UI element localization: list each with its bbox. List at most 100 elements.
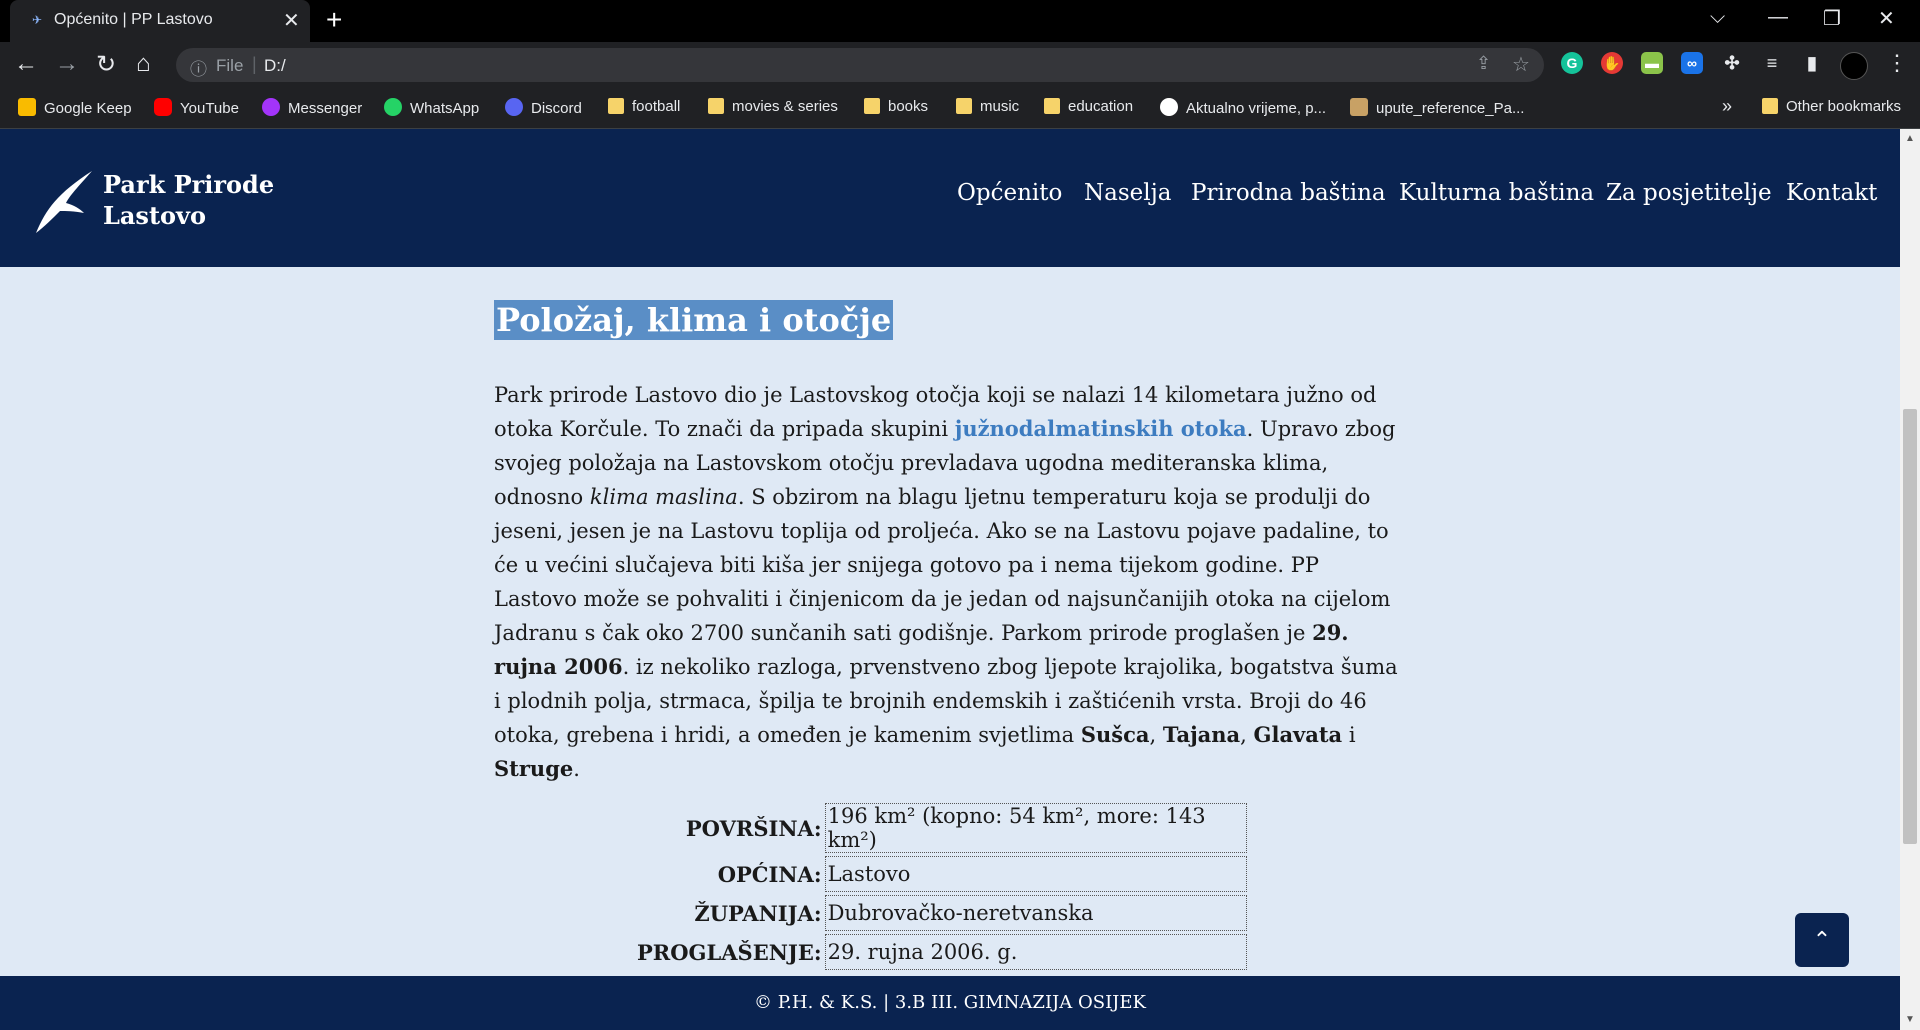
scroll-down-arrow-icon[interactable]: ▼ (1905, 1014, 1915, 1025)
bookmark-star-icon[interactable]: ☆ (1512, 52, 1530, 77)
nav-kontakt[interactable]: Kontakt (1786, 180, 1877, 206)
info-value: Dubrovačko-neretvanska (824, 895, 1247, 931)
site-header: Park Prirode Lastovo Općenito Naselja Pr… (0, 129, 1900, 267)
info-value: Lastovo (824, 856, 1247, 892)
url-separator: | (252, 54, 257, 74)
bookmark-aktualno-vrijeme[interactable]: Aktualno vrijeme, p... (1160, 98, 1326, 120)
bookmark-google-keep[interactable]: Google Keep (18, 98, 132, 120)
info-label: PROGLAŠENJE: (637, 939, 822, 965)
bookmark-label: football (632, 98, 681, 115)
bookmark-discord[interactable]: Discord (505, 98, 582, 120)
page-scrollbar[interactable]: ▲ ▼ (1900, 129, 1920, 1030)
restore-icon[interactable]: ❐ (1823, 6, 1841, 31)
bookmark-messenger[interactable]: Messenger (262, 98, 362, 120)
bookmark-folder-education[interactable]: education (1044, 98, 1133, 120)
table-row: OPĆINA: Lastovo (637, 856, 1247, 892)
bookmark-label: Google Keep (44, 100, 132, 117)
tab-search-chevron-icon[interactable]: ⌵ (1710, 6, 1725, 29)
bookmark-folder-books[interactable]: books (864, 98, 928, 120)
info-value: 196 km² (kopno: 54 km², more: 143 km²) (824, 803, 1247, 853)
adblock-extension-icon[interactable]: ✋ (1601, 52, 1623, 74)
bookmarks-overflow-icon[interactable]: » (1722, 96, 1732, 117)
home-icon[interactable]: ⌂ (136, 50, 151, 78)
chevron-up-icon: ⌃ (1812, 927, 1832, 952)
park-info-table: POVRŠINA: 196 km² (kopno: 54 km², more: … (634, 800, 1250, 973)
info-label: ŽUPANIJA: (694, 900, 822, 926)
site-info-icon[interactable]: ⓘ (190, 55, 207, 80)
scrollbar-thumb[interactable] (1903, 409, 1917, 844)
whatsapp-icon (384, 98, 402, 116)
browser-menu-icon[interactable]: ⋮ (1886, 50, 1908, 76)
extension-green-icon[interactable]: ▬ (1641, 52, 1663, 74)
nav-naselja[interactable]: Naselja (1084, 180, 1171, 206)
para-text: . (573, 757, 580, 781)
bookmark-label: education (1068, 98, 1134, 115)
grammarly-extension-icon[interactable]: G (1561, 52, 1583, 74)
address-bar[interactable]: ⓘ File | D:/ ⇪ ☆ (176, 48, 1544, 82)
close-window-icon[interactable]: ✕ (1878, 6, 1895, 31)
para-italic: klima maslina (589, 485, 738, 509)
folder-icon (1044, 98, 1060, 114)
nav-prirodna-bastina[interactable]: Prirodna baština (1191, 180, 1386, 206)
side-panel-icon[interactable]: ▮ (1801, 52, 1823, 74)
bookmark-label: WhatsApp (410, 100, 480, 117)
bookmark-label: Discord (531, 100, 582, 117)
nav-za-posjetitelje[interactable]: Za posjetitelje (1606, 180, 1772, 206)
swallow-logo-icon[interactable] (34, 169, 94, 235)
info-value: 29. rujna 2006. g. (824, 934, 1247, 970)
google-keep-icon (18, 98, 36, 116)
reload-icon[interactable]: ↻ (96, 50, 116, 79)
lighthouse-name: Tajana (1162, 722, 1241, 747)
bookmark-upute-reference[interactable]: upute_reference_Pa... (1350, 98, 1524, 120)
bookmark-other-bookmarks[interactable]: Other bookmarks (1762, 98, 1901, 120)
share-icon[interactable]: ⇪ (1476, 53, 1491, 74)
juznodalmatinski-otoci-link[interactable]: južnodalmatinskih otoka (955, 416, 1247, 441)
main-content: Položaj, klima i otočje Park prirode Las… (494, 300, 1404, 807)
minimize-icon[interactable]: — (1768, 6, 1788, 29)
forward-icon[interactable]: → (55, 50, 79, 78)
site-favicon-icon: ✈ (32, 13, 43, 27)
link-extension-icon[interactable]: ∞ (1681, 52, 1703, 74)
back-icon[interactable]: ← (14, 50, 38, 78)
para-text: , (1240, 723, 1254, 747)
scroll-up-arrow-icon[interactable]: ▲ (1905, 133, 1915, 144)
profile-avatar[interactable] (1840, 52, 1868, 80)
messenger-icon (262, 98, 280, 116)
media-control-icon[interactable]: ≡ (1761, 52, 1783, 74)
scroll-to-top-button[interactable]: ⌃ (1795, 913, 1849, 967)
browser-tab-bar: ✈ Općenito | PP Lastovo ✕ + ⌵ — ❐ ✕ (0, 0, 1920, 42)
close-tab-icon[interactable]: ✕ (283, 8, 300, 33)
browser-tab-active[interactable]: ✈ Općenito | PP Lastovo ✕ (10, 0, 310, 42)
site-logo-text[interactable]: Park Prirode Lastovo (103, 169, 274, 231)
tab-title: Općenito | PP Lastovo (54, 11, 213, 28)
folder-icon (956, 98, 972, 114)
table-row: POVRŠINA: 196 km² (kopno: 54 km², more: … (637, 803, 1247, 853)
bookmark-youtube[interactable]: YouTube (154, 98, 239, 120)
info-label: OPĆINA: (717, 861, 822, 887)
url-scheme: File (216, 56, 244, 75)
bookmark-whatsapp[interactable]: WhatsApp (384, 98, 479, 120)
extensions-puzzle-icon[interactable]: ✣ (1721, 52, 1743, 74)
logo-line-1: Park Prirode (103, 170, 275, 199)
bookmark-folder-movies[interactable]: movies & series (708, 98, 838, 120)
folder-icon (1762, 98, 1778, 114)
bookmarks-bar: Google Keep YouTube Messenger WhatsApp D… (0, 88, 1920, 129)
footer-text: © P.H. & K.S. | 3.B III. GIMNAZIJA OSIJE… (753, 992, 1146, 1013)
table-row: PROGLAŠENJE: 29. rujna 2006. g. (637, 934, 1247, 970)
browser-toolbar: ← → ↻ ⌂ ⓘ File | D:/ ⇪ ☆ G ✋ ▬ ∞ ✣ ≡ ▮ ⋮ (0, 42, 1920, 88)
nav-kulturna-bastina[interactable]: Kulturna baština (1399, 180, 1594, 206)
para-text: i (1342, 723, 1356, 747)
folder-icon (864, 98, 880, 114)
intro-paragraph: Park prirode Lastovo dio je Lastovskog o… (494, 378, 1404, 786)
table-row: ŽUPANIJA: Dubrovačko-neretvanska (637, 895, 1247, 931)
bookmark-folder-music[interactable]: music (956, 98, 1019, 120)
nav-opcenito[interactable]: Općenito (957, 180, 1062, 206)
bookmark-label: Messenger (288, 100, 363, 117)
new-tab-icon[interactable]: + (326, 4, 342, 36)
bookmark-folder-football[interactable]: football (608, 98, 680, 120)
discord-icon (505, 98, 523, 116)
site-footer: © P.H. & K.S. | 3.B III. GIMNAZIJA OSIJE… (0, 976, 1900, 1030)
bookmark-label: YouTube (180, 100, 239, 117)
bookmark-label: Aktualno vrijeme, p... (1186, 100, 1327, 117)
url-text[interactable]: D:/ (264, 56, 286, 76)
